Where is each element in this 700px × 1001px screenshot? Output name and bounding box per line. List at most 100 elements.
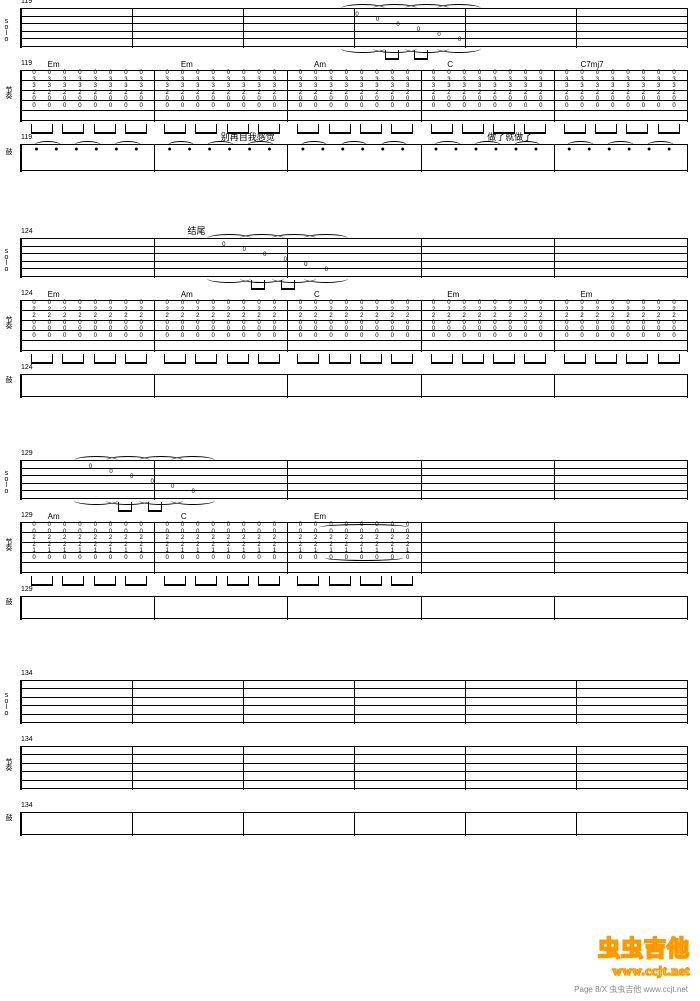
tab-column: 033200 xyxy=(579,70,585,109)
tab-column: 033200 xyxy=(477,70,483,109)
tab-column: 002210 xyxy=(210,522,216,561)
staff: 节奏134 xyxy=(20,746,688,790)
tab-column: 033200 xyxy=(123,70,129,109)
tab-column: 033200 xyxy=(625,70,631,109)
chord-symbol: Am xyxy=(314,60,326,69)
tab-column: 022000 xyxy=(405,300,411,339)
tab-column: 033200 xyxy=(405,70,411,109)
tab-column: 033200 xyxy=(564,70,570,109)
tab-column: 033200 xyxy=(271,70,277,109)
tab-column: 022000 xyxy=(313,300,319,339)
tab-column: 033200 xyxy=(656,70,662,109)
staff-label: solo xyxy=(3,692,10,716)
chord-symbol: Am xyxy=(181,290,193,299)
tab-column: 022000 xyxy=(594,300,600,339)
tab-column: 033200 xyxy=(210,70,216,109)
tab-column: 033200 xyxy=(446,70,452,109)
staff-label: solo xyxy=(3,18,10,42)
tab-column: 022000 xyxy=(359,300,365,339)
tab-column: 022000 xyxy=(610,300,616,339)
staff: solo124结尾000000 xyxy=(20,238,688,278)
tab-column: 033200 xyxy=(389,70,395,109)
chord-symbol: Em xyxy=(314,512,326,521)
staff-label: solo xyxy=(3,470,10,494)
watermark-url: www.ccjt.net xyxy=(598,963,690,979)
staff-label: 节奏 xyxy=(3,86,13,98)
tab-column: 022000 xyxy=(180,300,186,339)
tab-column: 022000 xyxy=(46,300,52,339)
tab-column: 033200 xyxy=(492,70,498,109)
chord-symbol: Em xyxy=(447,290,459,299)
section-marker: 结尾 xyxy=(188,224,206,237)
tab-column: 022000 xyxy=(507,300,513,339)
tab-column: 022000 xyxy=(446,300,452,339)
staff-label: 鼓 xyxy=(3,148,13,154)
staff: 节奏119EmEmAmCC7mj703320003320003320003320… xyxy=(20,70,688,122)
tab-column: 033200 xyxy=(538,70,544,109)
tab-column: 002210 xyxy=(62,522,68,561)
measure-number: 124 xyxy=(21,290,33,297)
staff: 鼓134 xyxy=(20,812,688,836)
chord-symbol: C xyxy=(181,512,187,521)
tab-column: 033200 xyxy=(297,70,303,109)
staff: 鼓124 xyxy=(20,374,688,398)
system: solo134 节奏134 鼓134 xyxy=(20,680,688,858)
tab-column: 022000 xyxy=(389,300,395,339)
note-cluster: 000000 xyxy=(74,460,221,500)
tab-column: 002210 xyxy=(297,522,303,561)
measure-number: 134 xyxy=(21,736,33,743)
chord-symbol: C7mj7 xyxy=(580,60,603,69)
measure-number: 119 xyxy=(21,0,32,5)
tab-column: 033200 xyxy=(31,70,37,109)
system: solo119000000节奏119EmEmAmCC7mj70332000332… xyxy=(20,8,688,194)
tab-column: 022000 xyxy=(625,300,631,339)
tab-column: 022000 xyxy=(640,300,646,339)
measure-number: 119 xyxy=(21,134,32,141)
staff: 节奏124EmAmCEmEm02200002200002200002200002… xyxy=(20,300,688,352)
tab-column: 033200 xyxy=(507,70,513,109)
tab-column: 033200 xyxy=(77,70,83,109)
staff-label: solo xyxy=(3,248,10,272)
tab-column: 022000 xyxy=(671,300,677,339)
tab-column: 022000 xyxy=(31,300,37,339)
tab-column: 022000 xyxy=(92,300,98,339)
tab-column: 033200 xyxy=(640,70,646,109)
tab-column: 002210 xyxy=(46,522,52,561)
chord-symbol: Em xyxy=(48,290,60,299)
watermark: 虫虫吉他 www.ccjt.net xyxy=(598,931,690,979)
staff: solo129000000 xyxy=(20,460,688,500)
measure-number: 134 xyxy=(21,802,33,809)
tab-column: 022000 xyxy=(656,300,662,339)
tab-column: 002210 xyxy=(31,522,37,561)
tab-column: 033200 xyxy=(241,70,247,109)
tab-column: 033200 xyxy=(108,70,114,109)
chord-symbol: Em xyxy=(181,60,193,69)
tab-column: 022000 xyxy=(225,300,231,339)
tab-column: 002210 xyxy=(77,522,83,561)
system: solo129000000节奏129AmCEm00221000221000221… xyxy=(20,460,688,642)
tab-column: 033200 xyxy=(256,70,262,109)
staff-label: 鼓 xyxy=(3,814,13,820)
tab-column: 002210 xyxy=(123,522,129,561)
tab-column: 022000 xyxy=(241,300,247,339)
page-footer: Page 8/X 虫虫吉他 www.ccjt.net xyxy=(574,984,688,995)
tab-column: 022000 xyxy=(431,300,437,339)
measure-number: 129 xyxy=(21,512,33,519)
tab-column: 033200 xyxy=(180,70,186,109)
tab-column: 033200 xyxy=(92,70,98,109)
tab-column: 033200 xyxy=(522,70,528,109)
measure-number: 129 xyxy=(21,586,33,593)
tab-column: 022000 xyxy=(477,300,483,339)
tab-column: 022000 xyxy=(297,300,303,339)
tab-column: 002210 xyxy=(180,522,186,561)
tab-column: 022000 xyxy=(210,300,216,339)
tab-column: 033200 xyxy=(328,70,334,109)
tab-column: 033200 xyxy=(225,70,231,109)
tab-column: 002210 xyxy=(256,522,262,561)
staff: solo134 xyxy=(20,680,688,724)
system: solo124结尾000000节奏124EmAmCEmEm02200002200… xyxy=(20,238,688,420)
tab-column: 002210 xyxy=(164,522,170,561)
staff-label: 节奏 xyxy=(3,316,13,328)
tab-column: 022000 xyxy=(538,300,544,339)
staff-label: 节奏 xyxy=(3,538,13,550)
